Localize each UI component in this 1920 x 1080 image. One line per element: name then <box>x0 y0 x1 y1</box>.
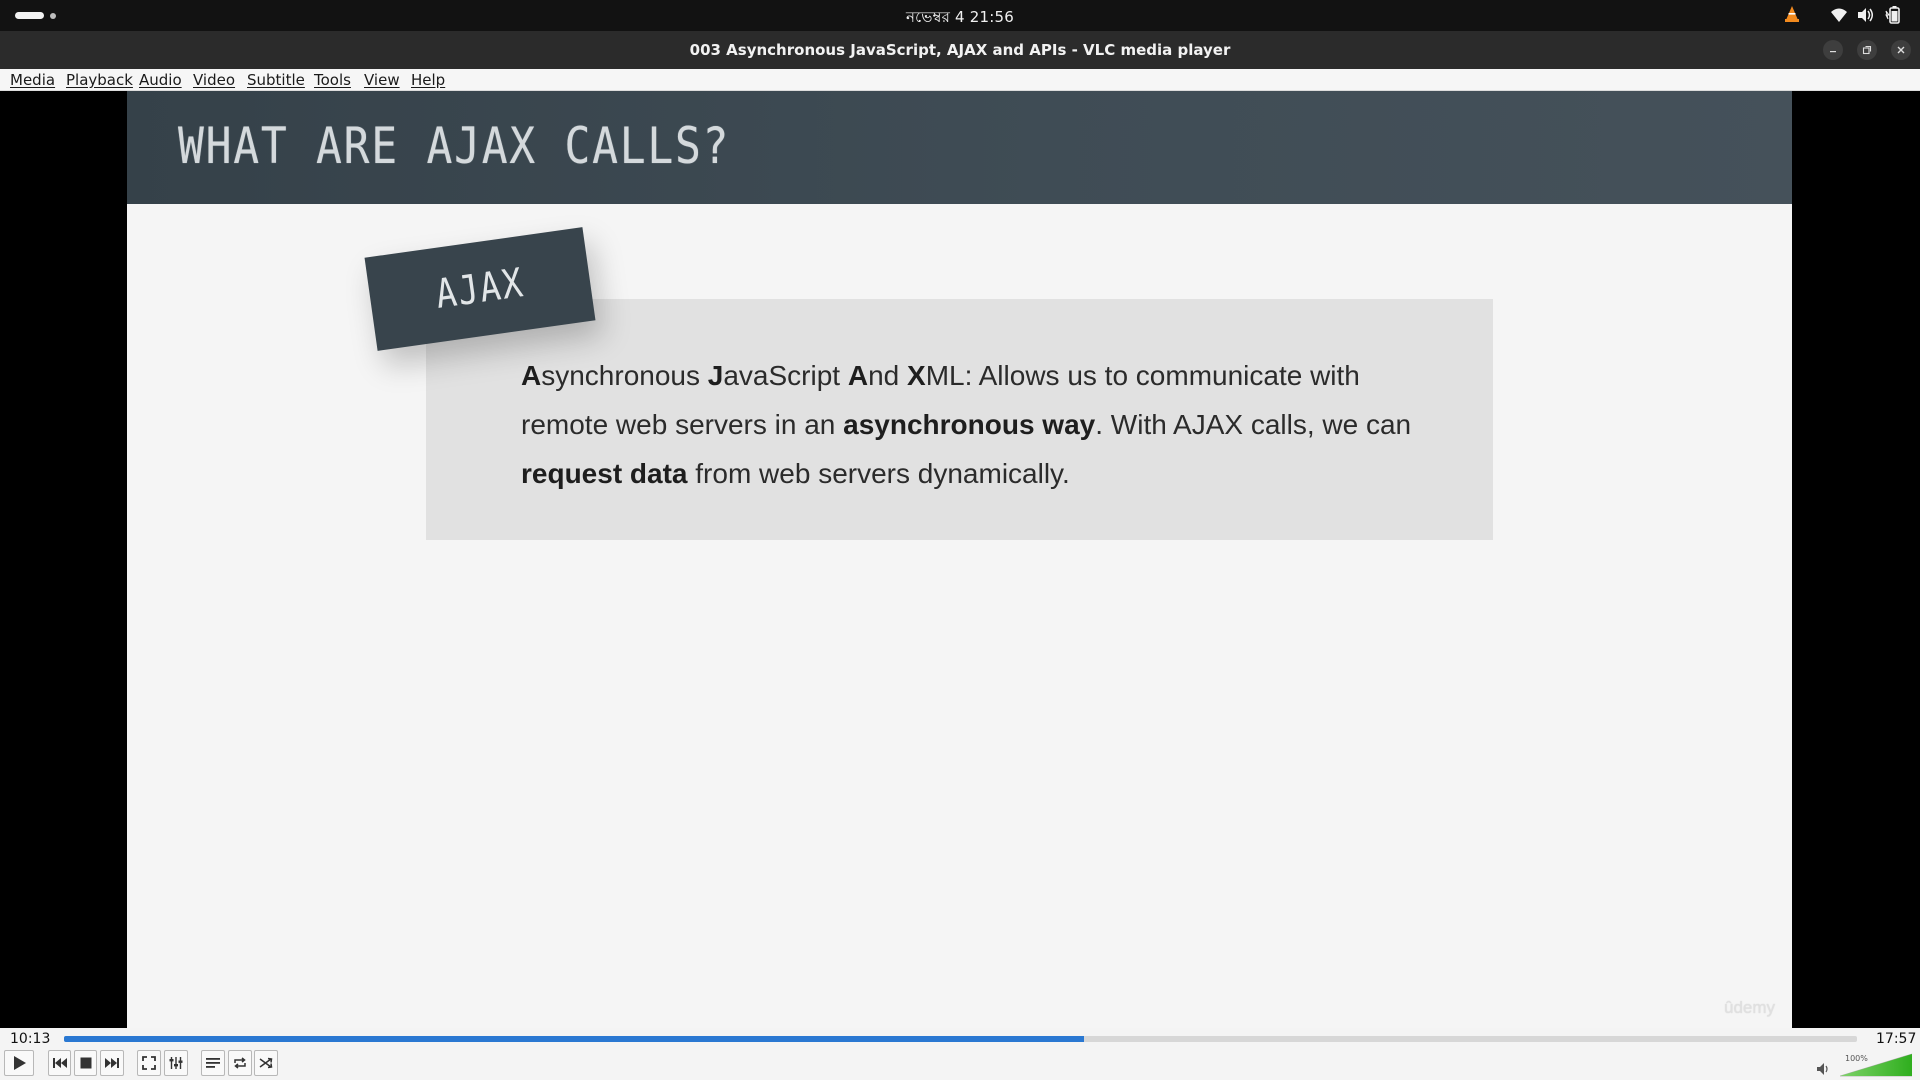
random-icon <box>259 1057 273 1069</box>
definition-box: Asynchronous JavaScript And XML: Allows … <box>426 299 1493 540</box>
menu-tools[interactable]: Tools <box>314 71 351 89</box>
playback-controls: 10:13 17:57 100% <box>0 1028 1920 1080</box>
menu-subtitle[interactable]: Subtitle <box>247 71 305 89</box>
next-icon <box>105 1058 119 1068</box>
video-frame-slide: WHAT ARE AJAX CALLS? Asynchronous JavaSc… <box>127 91 1792 1028</box>
next-button[interactable] <box>100 1050 124 1076</box>
random-button[interactable] <box>254 1050 278 1076</box>
elapsed-time[interactable]: 10:13 <box>10 1031 50 1047</box>
ajax-tag-text: AJAX <box>432 260 528 318</box>
maximize-icon <box>1862 45 1872 55</box>
system-clock[interactable]: নভেম্বর 4 21:56 <box>0 6 1920 31</box>
seek-bar[interactable] <box>64 1036 1857 1042</box>
system-top-bar: নভেম্বর 4 21:56 <box>0 0 1920 31</box>
extended-settings-icon <box>169 1057 183 1069</box>
udemy-watermark: ûdemy <box>1724 998 1776 1017</box>
definition-text: Asynchronous JavaScript And XML: Allows … <box>521 360 1412 489</box>
previous-button[interactable] <box>48 1050 71 1076</box>
menu-video[interactable]: Video <box>193 71 235 89</box>
menu-help[interactable]: Help <box>411 71 445 89</box>
loop-button[interactable] <box>228 1050 252 1076</box>
window-title-bar[interactable]: 003 Asynchronous JavaScript, AJAX and AP… <box>0 31 1920 69</box>
battery-icon[interactable] <box>1885 6 1901 28</box>
window-title: 003 Asynchronous JavaScript, AJAX and AP… <box>689 41 1231 59</box>
fullscreen-button[interactable] <box>137 1050 161 1076</box>
video-area[interactable]: WHAT ARE AJAX CALLS? Asynchronous JavaSc… <box>0 91 1920 1028</box>
minimize-icon <box>1830 51 1836 53</box>
menu-playback[interactable]: Playback <box>66 71 133 89</box>
playlist-button[interactable] <box>201 1050 225 1076</box>
extended-settings-button[interactable] <box>164 1050 188 1076</box>
wifi-icon[interactable] <box>1830 7 1848 27</box>
vlc-tray-icon[interactable] <box>1783 5 1801 27</box>
menu-view[interactable]: View <box>364 71 400 89</box>
menu-media[interactable]: Media <box>10 71 55 89</box>
volume-icon[interactable] <box>1857 7 1875 27</box>
play-icon <box>14 1056 26 1070</box>
seek-bar-progress <box>64 1036 1085 1042</box>
slide-header: WHAT ARE AJAX CALLS? <box>127 91 1792 204</box>
stop-icon <box>80 1057 91 1069</box>
maximize-button[interactable] <box>1857 40 1877 60</box>
loop-icon <box>234 1057 246 1069</box>
slide-title: WHAT ARE AJAX CALLS? <box>178 117 731 175</box>
close-icon <box>1897 46 1905 54</box>
play-button[interactable] <box>4 1050 34 1076</box>
close-button[interactable] <box>1891 40 1911 60</box>
menu-bar: Media Playback Audio Video Subtitle Tool… <box>0 69 1920 91</box>
volume-level-label: 100% <box>1845 1054 1868 1063</box>
minimize-button[interactable] <box>1823 40 1843 60</box>
total-time[interactable]: 17:57 <box>1876 1031 1916 1047</box>
previous-icon <box>52 1058 67 1068</box>
fullscreen-icon <box>142 1056 156 1070</box>
menu-audio[interactable]: Audio <box>139 71 182 89</box>
stop-button[interactable] <box>74 1050 97 1076</box>
playlist-icon <box>206 1058 220 1068</box>
speaker-icon[interactable] <box>1817 1060 1831 1079</box>
